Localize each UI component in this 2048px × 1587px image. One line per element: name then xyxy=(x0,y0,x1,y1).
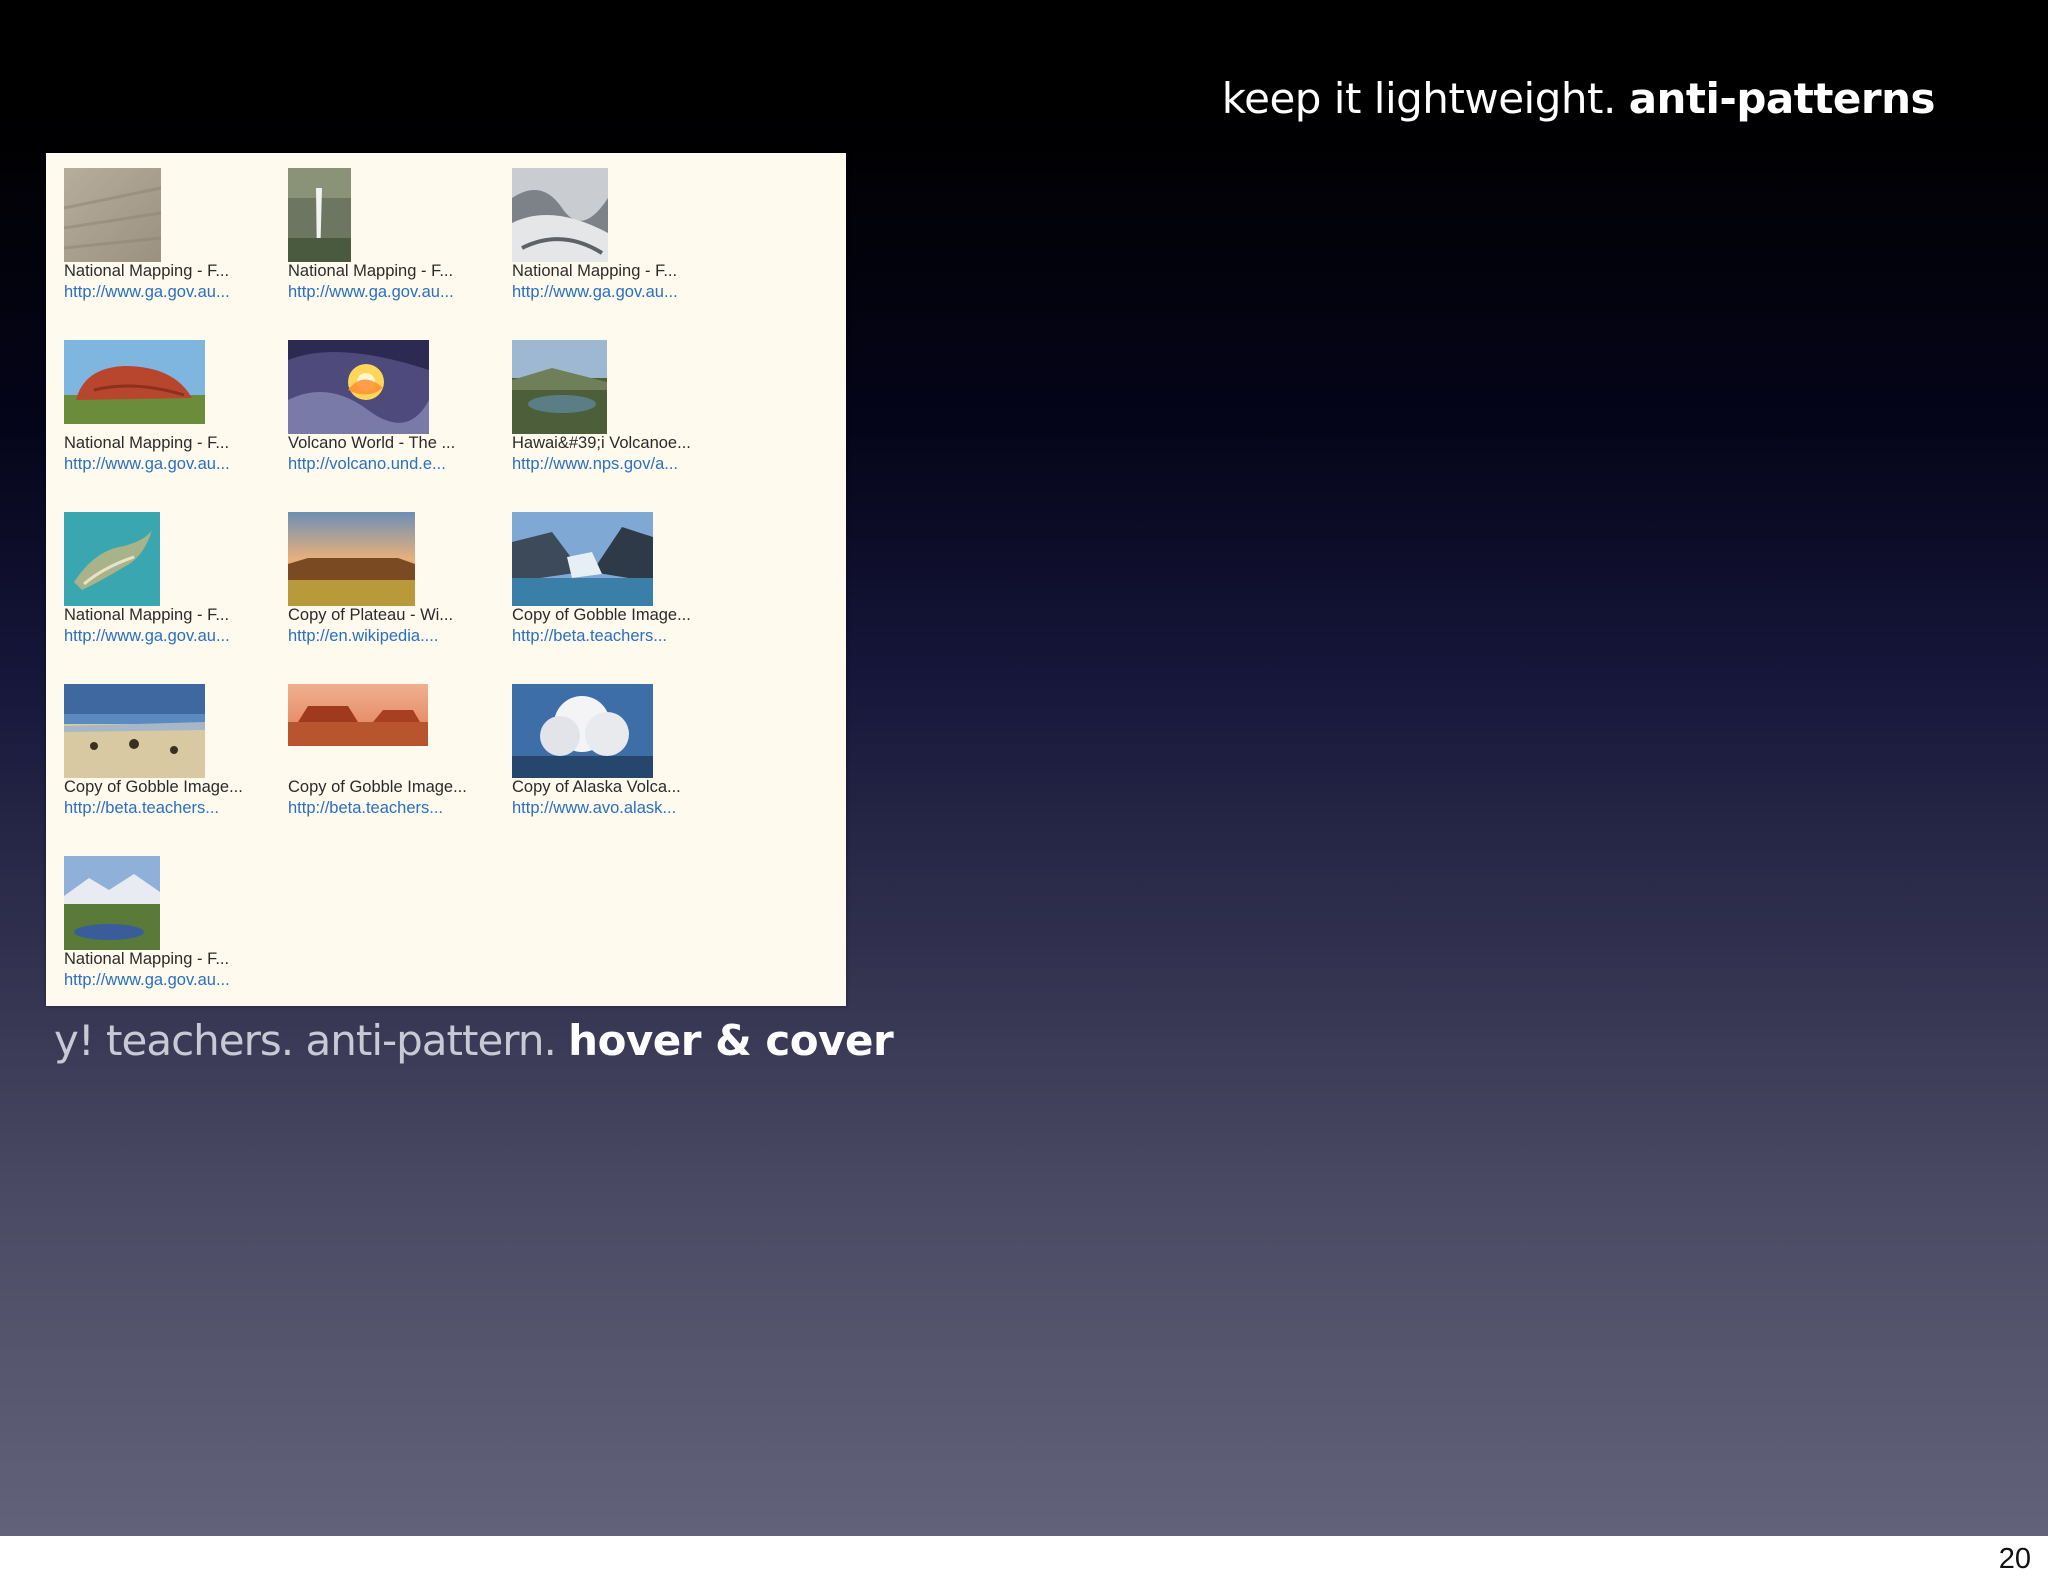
result-item[interactable]: National Mapping - F... http://www.ga.go… xyxy=(64,325,286,475)
thumbnail-image[interactable] xyxy=(512,340,607,434)
result-item[interactable]: National Mapping - F... http://www.ga.go… xyxy=(64,153,286,303)
result-url[interactable]: http://www.ga.gov.au... xyxy=(64,282,286,303)
slide-title-bold: anti-patterns xyxy=(1628,74,1936,123)
image-search-results-panel: National Mapping - F... http://www.ga.go… xyxy=(46,153,846,1006)
result-url[interactable]: http://beta.teachers... xyxy=(64,798,286,819)
result-url[interactable]: http://www.ga.gov.au... xyxy=(64,626,286,647)
result-title[interactable]: National Mapping - F... xyxy=(64,949,286,970)
result-url[interactable]: http://www.ga.gov.au... xyxy=(288,282,510,303)
result-url[interactable]: http://beta.teachers... xyxy=(512,626,734,647)
result-item[interactable]: National Mapping - F... http://www.ga.go… xyxy=(512,153,734,303)
result-item[interactable]: Copy of Plateau - Wi... http://en.wikipe… xyxy=(288,497,510,647)
result-title[interactable]: National Mapping - F... xyxy=(64,261,286,282)
result-item[interactable]: National Mapping - F... http://www.ga.go… xyxy=(64,841,286,991)
thumbnail-image[interactable] xyxy=(288,684,428,746)
thumbnail-image[interactable] xyxy=(64,684,205,778)
result-url[interactable]: http://www.nps.gov/a... xyxy=(512,454,734,475)
result-item[interactable]: Copy of Alaska Volca... http://www.avo.a… xyxy=(512,669,734,819)
thumbnail-image[interactable] xyxy=(64,512,160,606)
result-title[interactable]: National Mapping - F... xyxy=(512,261,734,282)
thumbnail-image[interactable] xyxy=(512,168,608,262)
slide-title-light: keep it lightweight. xyxy=(1221,74,1617,123)
slide-page-number: 20 xyxy=(1998,1543,2031,1575)
caption-bold: hover & cover xyxy=(568,1016,894,1065)
result-item[interactable]: Copy of Gobble Image... http://beta.teac… xyxy=(512,497,734,647)
result-item[interactable]: National Mapping - F... http://www.ga.go… xyxy=(64,497,286,647)
slide-caption: y! teachers. anti-pattern. hover & cover xyxy=(54,1016,894,1065)
result-title[interactable]: Copy of Gobble Image... xyxy=(288,777,510,798)
result-url[interactable]: http://volcano.und.e... xyxy=(288,454,510,475)
result-item[interactable]: National Mapping - F... http://www.ga.go… xyxy=(288,153,510,303)
thumbnail-image[interactable] xyxy=(288,340,429,434)
slide: keep it lightweight. anti-patterns Natio… xyxy=(0,0,2048,1536)
result-url[interactable]: http://www.ga.gov.au... xyxy=(64,454,286,475)
thumbnail-image[interactable] xyxy=(64,168,161,262)
result-url[interactable]: http://www.ga.gov.au... xyxy=(64,970,286,991)
thumbnail-image[interactable] xyxy=(288,168,351,262)
result-title[interactable]: Copy of Plateau - Wi... xyxy=(288,605,510,626)
result-url[interactable]: http://www.ga.gov.au... xyxy=(512,282,734,303)
thumbnail-image[interactable] xyxy=(64,340,205,424)
result-url[interactable]: http://www.avo.alask... xyxy=(512,798,734,819)
result-url[interactable]: http://en.wikipedia.... xyxy=(288,626,510,647)
result-title[interactable]: National Mapping - F... xyxy=(288,261,510,282)
thumbnail-image[interactable] xyxy=(512,684,653,778)
thumbnail-image[interactable] xyxy=(512,512,653,606)
result-title[interactable]: Volcano World - The ... xyxy=(288,433,510,454)
result-url[interactable]: http://beta.teachers... xyxy=(288,798,510,819)
thumbnail-image[interactable] xyxy=(288,512,415,606)
result-item[interactable]: Copy of Gobble Image... http://beta.teac… xyxy=(288,669,510,819)
result-item[interactable]: Volcano World - The ... http://volcano.u… xyxy=(288,325,510,475)
slide-title: keep it lightweight. anti-patterns xyxy=(1221,74,1936,123)
result-title[interactable]: Hawai&#39;i Volcanoe... xyxy=(512,433,734,454)
result-item[interactable]: Hawai&#39;i Volcanoe... http://www.nps.g… xyxy=(512,325,734,475)
result-title[interactable]: Copy of Alaska Volca... xyxy=(512,777,734,798)
result-item[interactable]: Copy of Gobble Image... http://beta.teac… xyxy=(64,669,286,819)
result-title[interactable]: Copy of Gobble Image... xyxy=(64,777,286,798)
result-title[interactable]: National Mapping - F... xyxy=(64,433,286,454)
result-title[interactable]: National Mapping - F... xyxy=(64,605,286,626)
thumbnail-image[interactable] xyxy=(64,856,160,950)
result-title[interactable]: Copy of Gobble Image... xyxy=(512,605,734,626)
caption-light: y! teachers. anti-pattern. xyxy=(54,1016,557,1065)
